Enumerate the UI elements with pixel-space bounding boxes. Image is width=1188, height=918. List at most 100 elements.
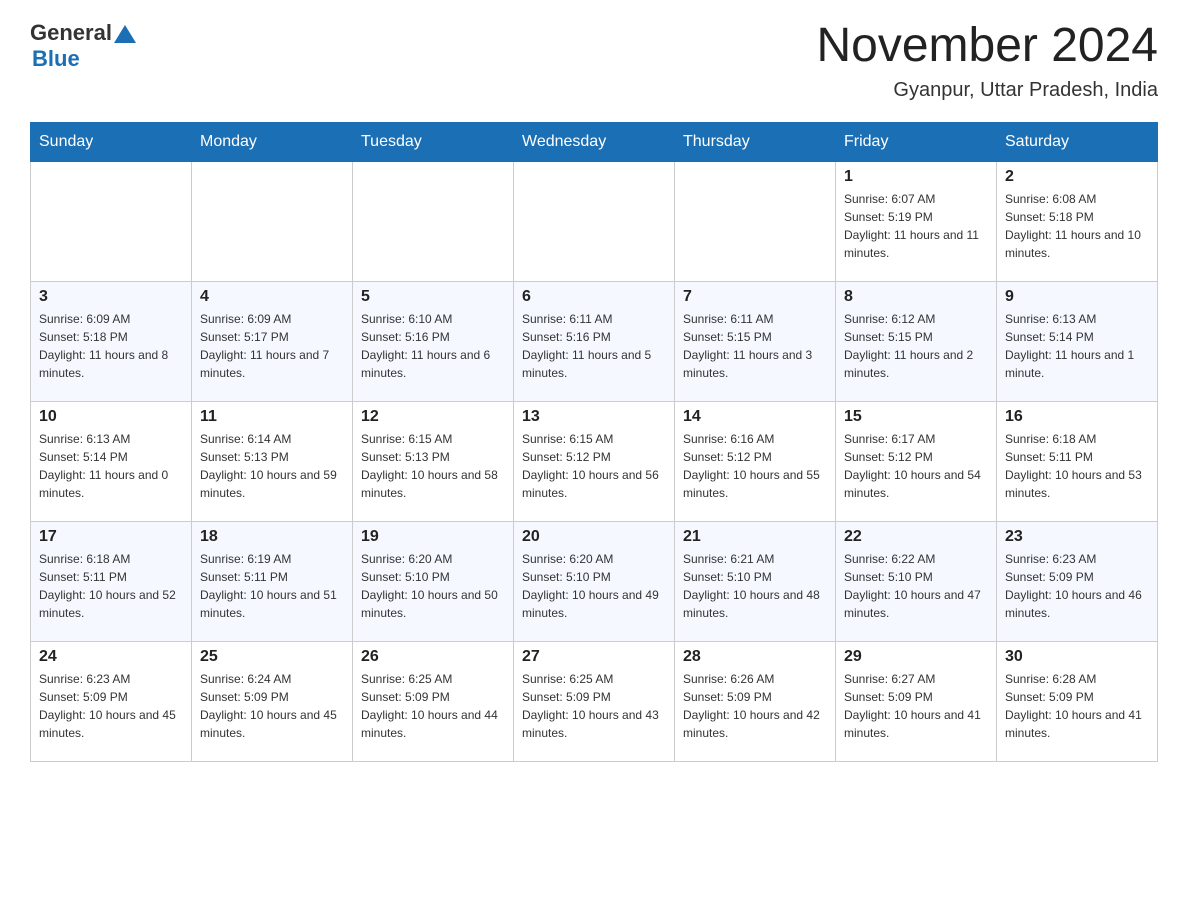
day-number: 9	[1005, 288, 1149, 306]
calendar-day-cell: 11 Sunrise: 6:14 AM Sunset: 5:13 PM Dayli…	[192, 401, 353, 521]
calendar-weekday-header: Monday	[192, 122, 353, 161]
day-info: Sunrise: 6:11 AM Sunset: 5:16 PM Dayligh…	[522, 310, 666, 382]
title-area: November 2024 Gyanpur, Uttar Pradesh, In…	[816, 20, 1158, 102]
day-info: Sunrise: 6:11 AM Sunset: 5:15 PM Dayligh…	[683, 310, 827, 382]
day-number: 10	[39, 408, 183, 426]
calendar-weekday-header: Tuesday	[353, 122, 514, 161]
day-number: 23	[1005, 528, 1149, 546]
calendar-week-row: 1 Sunrise: 6:07 AM Sunset: 5:19 PM Daylig…	[31, 161, 1158, 281]
month-title: November 2024	[816, 20, 1158, 73]
calendar-day-cell	[31, 161, 192, 281]
calendar-day-cell: 15 Sunrise: 6:17 AM Sunset: 5:12 PM Dayli…	[836, 401, 997, 521]
day-number: 29	[844, 648, 988, 666]
day-number: 11	[200, 408, 344, 426]
calendar-day-cell: 13Sunrise: 6:15 AM Sunset: 5:12 PM Dayli…	[514, 401, 675, 521]
day-info: Sunrise: 6:07 AM Sunset: 5:19 PM Dayligh…	[844, 190, 988, 262]
day-number: 6	[522, 288, 666, 306]
day-info: Sunrise: 6:28 AM Sunset: 5:09 PM Dayligh…	[1005, 670, 1149, 742]
calendar-day-cell: 26 Sunrise: 6:25 AM Sunset: 5:09 PM Dayli…	[353, 641, 514, 761]
calendar-day-cell: 22 Sunrise: 6:22 AM Sunset: 5:10 PM Dayli…	[836, 521, 997, 641]
day-number: 1	[844, 168, 988, 186]
day-number: 12	[361, 408, 505, 426]
day-info: Sunrise: 6:18 AM Sunset: 5:11 PM Dayligh…	[1005, 430, 1149, 502]
calendar-day-cell: 16Sunrise: 6:18 AM Sunset: 5:11 PM Dayli…	[997, 401, 1158, 521]
calendar-day-cell: 1 Sunrise: 6:07 AM Sunset: 5:19 PM Daylig…	[836, 161, 997, 281]
day-info: Sunrise: 6:23 AM Sunset: 5:09 PM Dayligh…	[1005, 550, 1149, 622]
calendar-day-cell: 12 Sunrise: 6:15 AM Sunset: 5:13 PM Dayli…	[353, 401, 514, 521]
calendar-weekday-header: Saturday	[997, 122, 1158, 161]
calendar-day-cell: 4Sunrise: 6:09 AM Sunset: 5:17 PM Daylig…	[192, 281, 353, 401]
calendar-day-cell: 2 Sunrise: 6:08 AM Sunset: 5:18 PM Daylig…	[997, 161, 1158, 281]
day-number: 24	[39, 648, 183, 666]
calendar-day-cell: 24 Sunrise: 6:23 AM Sunset: 5:09 PM Dayli…	[31, 641, 192, 761]
day-info: Sunrise: 6:18 AM Sunset: 5:11 PM Dayligh…	[39, 550, 183, 622]
calendar-week-row: 17 Sunrise: 6:18 AM Sunset: 5:11 PM Dayli…	[31, 521, 1158, 641]
calendar-day-cell: 14 Sunrise: 6:16 AM Sunset: 5:12 PM Dayli…	[675, 401, 836, 521]
day-number: 22	[844, 528, 988, 546]
day-info: Sunrise: 6:22 AM Sunset: 5:10 PM Dayligh…	[844, 550, 988, 622]
day-info: Sunrise: 6:09 AM Sunset: 5:18 PM Dayligh…	[39, 310, 183, 382]
calendar-weekday-header: Sunday	[31, 122, 192, 161]
day-number: 25	[200, 648, 344, 666]
calendar-day-cell: 6 Sunrise: 6:11 AM Sunset: 5:16 PM Daylig…	[514, 281, 675, 401]
calendar-day-cell: 23 Sunrise: 6:23 AM Sunset: 5:09 PM Dayli…	[997, 521, 1158, 641]
calendar-day-cell	[514, 161, 675, 281]
day-info: Sunrise: 6:25 AM Sunset: 5:09 PM Dayligh…	[522, 670, 666, 742]
day-number: 15	[844, 408, 988, 426]
calendar-day-cell: 25 Sunrise: 6:24 AM Sunset: 5:09 PM Dayli…	[192, 641, 353, 761]
day-info: Sunrise: 6:17 AM Sunset: 5:12 PM Dayligh…	[844, 430, 988, 502]
day-number: 5	[361, 288, 505, 306]
day-info: Sunrise: 6:20 AM Sunset: 5:10 PM Dayligh…	[522, 550, 666, 622]
calendar-day-cell: 20 Sunrise: 6:20 AM Sunset: 5:10 PM Dayli…	[514, 521, 675, 641]
logo-general-text: General	[30, 20, 112, 46]
day-info: Sunrise: 6:14 AM Sunset: 5:13 PM Dayligh…	[200, 430, 344, 502]
calendar-day-cell: 5Sunrise: 6:10 AM Sunset: 5:16 PM Daylig…	[353, 281, 514, 401]
logo-triangle-icon	[114, 23, 136, 45]
day-info: Sunrise: 6:12 AM Sunset: 5:15 PM Dayligh…	[844, 310, 988, 382]
day-info: Sunrise: 6:23 AM Sunset: 5:09 PM Dayligh…	[39, 670, 183, 742]
calendar-day-cell: 8 Sunrise: 6:12 AM Sunset: 5:15 PM Daylig…	[836, 281, 997, 401]
day-number: 30	[1005, 648, 1149, 666]
day-number: 26	[361, 648, 505, 666]
calendar-day-cell: 21Sunrise: 6:21 AM Sunset: 5:10 PM Dayli…	[675, 521, 836, 641]
day-info: Sunrise: 6:21 AM Sunset: 5:10 PM Dayligh…	[683, 550, 827, 622]
calendar-week-row: 3 Sunrise: 6:09 AM Sunset: 5:18 PM Daylig…	[31, 281, 1158, 401]
day-info: Sunrise: 6:24 AM Sunset: 5:09 PM Dayligh…	[200, 670, 344, 742]
calendar-day-cell: 17 Sunrise: 6:18 AM Sunset: 5:11 PM Dayli…	[31, 521, 192, 641]
day-info: Sunrise: 6:08 AM Sunset: 5:18 PM Dayligh…	[1005, 190, 1149, 262]
calendar-day-cell: 19Sunrise: 6:20 AM Sunset: 5:10 PM Dayli…	[353, 521, 514, 641]
calendar-day-cell: 7 Sunrise: 6:11 AM Sunset: 5:15 PM Daylig…	[675, 281, 836, 401]
day-number: 7	[683, 288, 827, 306]
logo: General Blue	[30, 20, 136, 72]
calendar-day-cell	[192, 161, 353, 281]
calendar-day-cell: 29 Sunrise: 6:27 AM Sunset: 5:09 PM Dayli…	[836, 641, 997, 761]
calendar-day-cell: 28 Sunrise: 6:26 AM Sunset: 5:09 PM Dayli…	[675, 641, 836, 761]
day-number: 28	[683, 648, 827, 666]
logo-blue-text: Blue	[32, 46, 80, 71]
day-number: 17	[39, 528, 183, 546]
day-info: Sunrise: 6:27 AM Sunset: 5:09 PM Dayligh…	[844, 670, 988, 742]
day-number: 18	[200, 528, 344, 546]
day-number: 8	[844, 288, 988, 306]
calendar-header-row: SundayMondayTuesdayWednesdayThursdayFrid…	[31, 122, 1158, 161]
day-number: 14	[683, 408, 827, 426]
location-title: Gyanpur, Uttar Pradesh, India	[816, 79, 1158, 102]
page-header: General Blue November 2024 Gyanpur, Utta…	[30, 20, 1158, 102]
day-number: 3	[39, 288, 183, 306]
day-info: Sunrise: 6:15 AM Sunset: 5:13 PM Dayligh…	[361, 430, 505, 502]
day-info: Sunrise: 6:25 AM Sunset: 5:09 PM Dayligh…	[361, 670, 505, 742]
day-info: Sunrise: 6:13 AM Sunset: 5:14 PM Dayligh…	[1005, 310, 1149, 382]
calendar-week-row: 10Sunrise: 6:13 AM Sunset: 5:14 PM Dayli…	[31, 401, 1158, 521]
day-number: 2	[1005, 168, 1149, 186]
calendar-day-cell: 27Sunrise: 6:25 AM Sunset: 5:09 PM Dayli…	[514, 641, 675, 761]
day-number: 19	[361, 528, 505, 546]
calendar-weekday-header: Thursday	[675, 122, 836, 161]
day-info: Sunrise: 6:26 AM Sunset: 5:09 PM Dayligh…	[683, 670, 827, 742]
calendar-day-cell: 10Sunrise: 6:13 AM Sunset: 5:14 PM Dayli…	[31, 401, 192, 521]
calendar-table: SundayMondayTuesdayWednesdayThursdayFrid…	[30, 122, 1158, 762]
day-number: 20	[522, 528, 666, 546]
day-info: Sunrise: 6:15 AM Sunset: 5:12 PM Dayligh…	[522, 430, 666, 502]
day-info: Sunrise: 6:16 AM Sunset: 5:12 PM Dayligh…	[683, 430, 827, 502]
day-info: Sunrise: 6:09 AM Sunset: 5:17 PM Dayligh…	[200, 310, 344, 382]
calendar-week-row: 24 Sunrise: 6:23 AM Sunset: 5:09 PM Dayli…	[31, 641, 1158, 761]
